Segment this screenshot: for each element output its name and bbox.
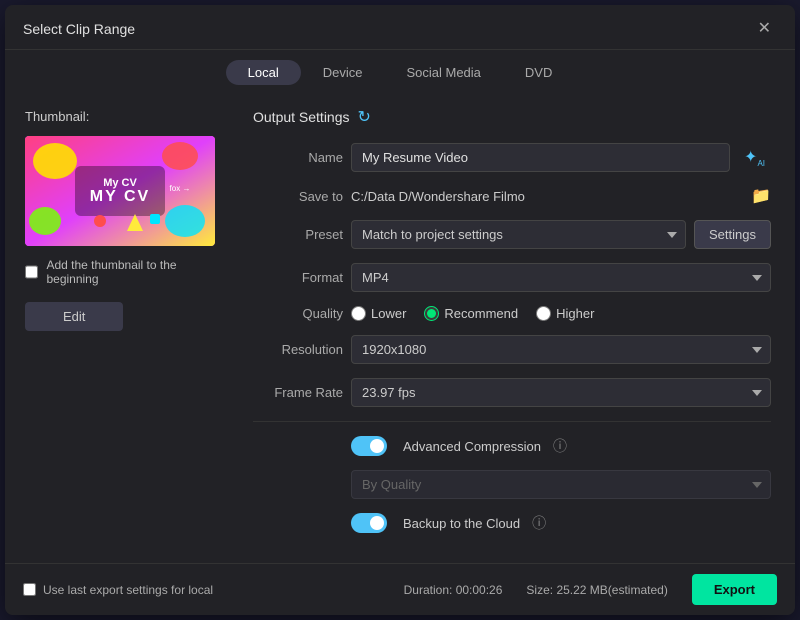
quality-row: Quality Lower Recommend Higher [253,306,771,321]
quality-higher-radio[interactable] [536,306,551,321]
format-label: Format [253,270,343,285]
content-area: Thumbnail: [5,93,795,563]
ai-icon-button[interactable]: ✦AI [738,145,771,170]
format-select[interactable]: MP4 [351,263,771,292]
use-last-settings-row: Use last export settings for local [23,583,213,597]
frame-rate-label: Frame Rate [253,385,343,400]
duration-info: Duration: 00:00:26 [404,583,503,597]
folder-icon-button[interactable]: 📁 [751,186,771,206]
quality-options-row: Lower Recommend Higher [351,306,771,321]
save-to-path-row: C:/Data D/Wondershare Filmo 📁 [351,186,771,206]
thumbnail-image: My CV MY CV fox → [25,136,215,246]
quality-label: Quality [253,306,343,321]
output-settings-label: Output Settings [253,109,350,125]
name-row: Name ✦AI [253,143,771,172]
add-thumbnail-label: Add the thumbnail to the beginning [46,258,225,286]
bottom-bar: Use last export settings for local Durat… [5,563,795,615]
add-thumbnail-checkbox[interactable] [25,265,38,279]
edit-button[interactable]: Edit [25,302,123,331]
save-to-label: Save to [253,189,343,204]
size-value: 25.22 MB(estimated) [556,583,667,597]
title-bar: Select Clip Range ✕ [5,5,795,50]
quality-higher-label: Higher [556,306,594,321]
by-quality-row: By Quality [253,470,771,499]
preset-select[interactable]: Match to project settings [351,220,686,249]
svg-text:MY CV: MY CV [90,188,150,205]
quality-recommend-radio[interactable] [424,306,439,321]
preset-row: Preset Match to project settings Setting… [253,220,771,249]
resolution-select[interactable]: 1920x1080 [351,335,771,364]
svg-text:fox →: fox → [170,184,191,193]
size-label: Size: [526,583,553,597]
tab-social-media[interactable]: Social Media [384,60,502,85]
quality-lower-option[interactable]: Lower [351,306,406,321]
name-input[interactable] [351,143,730,172]
left-panel: Thumbnail: [5,93,245,563]
size-info: Size: 25.22 MB(estimated) [526,583,667,597]
dialog-title: Select Clip Range [23,21,135,37]
duration-value: 00:00:26 [456,583,503,597]
advanced-compression-label: Advanced Compression [403,439,541,454]
advanced-compression-row: Advanced Compression ⓘ [253,436,771,456]
quality-higher-option[interactable]: Higher [536,306,594,321]
format-row: Format MP4 [253,263,771,292]
preset-input-row: Match to project settings Settings [351,220,771,249]
divider-1 [253,421,771,422]
save-to-path: C:/Data D/Wondershare Filmo [351,189,745,204]
export-button[interactable]: Export [692,574,777,605]
resolution-row: Resolution 1920x1080 [253,335,771,364]
quality-lower-radio[interactable] [351,306,366,321]
backup-cloud-toggle[interactable] [351,513,387,533]
backup-cloud-info-icon[interactable]: ⓘ [532,513,546,533]
thumbnail-label: Thumbnail: [25,109,89,124]
quality-recommend-option[interactable]: Recommend [424,306,518,321]
save-to-row: Save to C:/Data D/Wondershare Filmo 📁 [253,186,771,206]
tab-device[interactable]: Device [301,60,385,85]
output-settings-header: Output Settings ↻ [253,107,771,127]
refresh-icon[interactable]: ↻ [358,107,371,127]
add-thumbnail-row: Add the thumbnail to the beginning [25,258,225,286]
resolution-label: Resolution [253,342,343,357]
use-last-settings-checkbox[interactable] [23,583,36,596]
quality-recommend-label: Recommend [444,306,518,321]
dialog-window: Select Clip Range ✕ Local Device Social … [5,5,795,615]
backup-cloud-row: Backup to the Cloud ⓘ [253,513,771,533]
name-label: Name [253,150,343,165]
bottom-info: Duration: 00:00:26 Size: 25.22 MB(estima… [404,574,777,605]
quality-lower-label: Lower [371,306,406,321]
close-button[interactable]: ✕ [752,19,777,39]
frame-rate-select[interactable]: 23.97 fps [351,378,771,407]
preset-label: Preset [253,227,343,242]
tab-local[interactable]: Local [226,60,301,85]
tabs-row: Local Device Social Media DVD [5,50,795,93]
tab-dvd[interactable]: DVD [503,60,574,85]
right-panel: Output Settings ↻ Name ✦AI Save to C:/Da… [245,93,795,563]
backup-cloud-label: Backup to the Cloud [403,516,520,531]
by-quality-select[interactable]: By Quality [351,470,771,499]
advanced-compression-info-icon[interactable]: ⓘ [553,436,567,456]
duration-label: Duration: [404,583,453,597]
use-last-settings-label: Use last export settings for local [43,583,213,597]
advanced-compression-toggle[interactable] [351,436,387,456]
frame-rate-row: Frame Rate 23.97 fps [253,378,771,407]
settings-button[interactable]: Settings [694,220,771,249]
